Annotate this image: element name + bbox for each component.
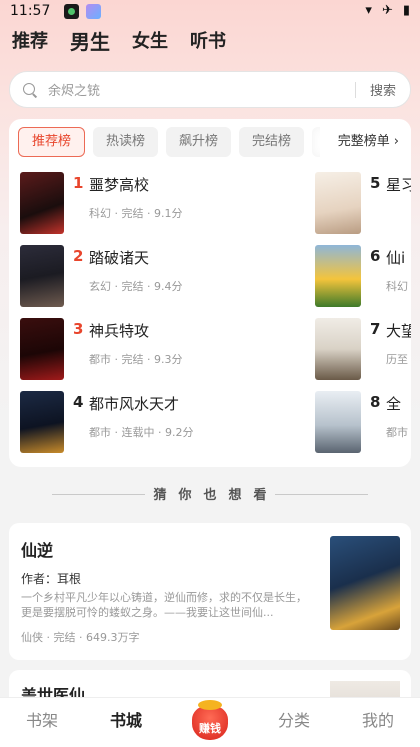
battery-icon: ▮ [402,3,410,18]
status-icons: ▾ ✈ ▮ [365,3,410,18]
rank-number: 5 [370,174,381,192]
rank-book-meta: 历至 [386,353,408,366]
book-cover [315,391,361,453]
rank-number: 8 [370,393,381,411]
rank-number: 1 [73,174,84,192]
nav-mine[interactable]: 我的 [336,698,420,747]
rank-number: 3 [73,320,84,338]
ranking-item[interactable]: 8 全 都市 [315,391,411,453]
ranking-item[interactable]: 5 星习 [315,172,411,234]
book-author: 作者：耳根 [21,572,82,586]
book-cover [20,245,64,307]
nav-category[interactable]: 分类 [252,698,336,747]
search-input[interactable]: 余烬之铳 [48,80,355,99]
ranking-item[interactable]: 7 大望 历至 [315,318,411,380]
category-tabs: 推荐 男生 女生 听书 [12,30,248,54]
full-list-link[interactable]: 完整榜单 › [319,127,411,157]
rank-book-title: 大望 [386,322,411,340]
book-meta: 仙侠 · 完结 · 649.3万字 [21,631,140,644]
rank-number: 7 [370,320,381,338]
book-cover [20,172,64,234]
rank-number: 6 [370,247,381,265]
search-icon [22,82,38,98]
tab-female[interactable]: 女生 [132,30,168,54]
search-button[interactable]: 搜索 [356,80,410,99]
rank-book-meta: 科幻 · 完结 · 9.1分 [89,207,183,220]
ranking-item[interactable]: 2 踏破诸天 玄幻 · 完结 · 9.4分 [20,245,320,307]
rank-book-title: 噩梦高校 [89,176,150,194]
ranking-item[interactable]: 1 噩梦高校 科幻 · 完结 · 9.1分 [20,172,320,234]
tab-male[interactable]: 男生 [70,30,110,54]
rank-tab-rising[interactable]: 飙升榜 [166,127,232,157]
status-time: 11:57 [10,3,51,19]
rank-book-title: 仙i [386,249,406,267]
rank-book-meta: 玄幻 · 完结 · 9.4分 [89,280,183,293]
ranking-item[interactable]: 6 仙i 科幻 [315,245,411,307]
rank-book-meta: 科幻 [386,280,408,293]
book-cover [20,318,64,380]
book-cover [315,245,361,307]
rank-tab-recommend[interactable]: 推荐榜 [18,127,86,157]
notification-app2-icon [86,4,101,19]
earn-label: 赚钱 [199,722,221,735]
rank-book-title: 星习 [386,176,411,194]
status-bar: 11:57 ▾ ✈ ▮ [0,0,420,24]
wifi-icon: ▾ [365,3,372,18]
rank-book-meta: 都市 [386,426,408,439]
ranking-card: 推荐榜 热读榜 飙升榜 完结榜 完整榜单 › 1 噩梦高校 科幻 · 完结 · 9… [9,119,411,467]
nav-earn[interactable]: 赚钱 [168,698,252,747]
divider-line [275,494,368,495]
rank-book-meta: 都市 · 完结 · 9.3分 [89,353,183,366]
book-cover [315,172,361,234]
search-bar[interactable]: 余烬之铳 搜索 [9,71,411,108]
rank-number: 2 [73,247,84,265]
book-description: 一个乡村平凡少年以心铸道，逆仙而修，求的不仅是长生，更是要摆脱可怜的蝼蚁之身。—… [21,591,307,619]
ranking-item[interactable]: 3 神兵特攻 都市 · 完结 · 9.3分 [20,318,320,380]
nav-bookshelf[interactable]: 书架 [0,698,84,747]
rank-book-title: 全 [386,395,402,413]
rank-book-title: 神兵特攻 [89,322,150,340]
rank-tab-finished[interactable]: 完结榜 [239,127,305,157]
book-cover [20,391,64,453]
chevron-right-icon: › [393,134,399,149]
rank-book-meta: 都市 · 连载中 · 9.2分 [89,426,194,439]
tab-audiobook[interactable]: 听书 [190,30,226,54]
ranking-tabs: 推荐榜 热读榜 飙升榜 完结榜 [18,127,331,157]
tab-recommend[interactable]: 推荐 [12,30,48,54]
rank-tab-hot[interactable]: 热读榜 [93,127,159,157]
book-cover [330,536,400,630]
airplane-icon: ✈ [381,3,393,18]
rank-book-title: 都市风水天才 [89,395,180,413]
book-title: 仙逆 [21,541,54,560]
recommendation-card[interactable]: 仙逆 作者：耳根 一个乡村平凡少年以心铸道，逆仙而修，求的不仅是长生，更是要摆脱… [9,523,411,660]
full-list-label: 完整榜单 [337,134,390,149]
nav-store[interactable]: 书城 [84,698,168,747]
ranking-item[interactable]: 4 都市风水天才 都市 · 连载中 · 9.2分 [20,391,320,453]
book-cover [315,318,361,380]
bottom-nav: 书架 书城 赚钱 分类 我的 [0,697,420,747]
guess-header: 猜你也想看 [0,484,420,504]
rank-number: 4 [73,393,84,411]
notification-app-icon [64,4,79,19]
rank-book-title: 踏破诸天 [89,249,150,267]
